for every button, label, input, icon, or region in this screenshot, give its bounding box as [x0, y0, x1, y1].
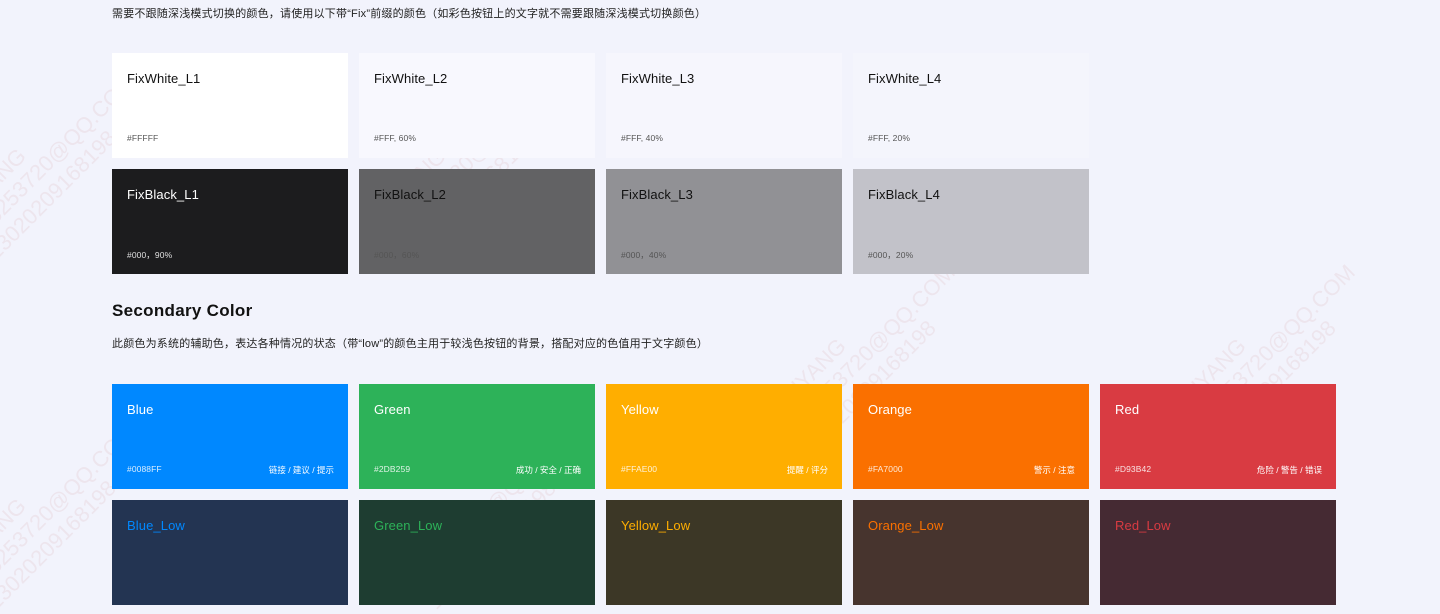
fixwhite-swatch-row: FixWhite_L1 #FFFFF FixWhite_L2 #FFF, 60%…	[112, 53, 1089, 158]
swatch-name: Orange	[868, 402, 912, 417]
swatch-name: FixBlack_L4	[868, 187, 940, 202]
swatch-fixblack-l1[interactable]: FixBlack_L1 #000，90%	[112, 169, 348, 274]
swatch-fixblack-l4[interactable]: FixBlack_L4 #000，20%	[853, 169, 1089, 274]
swatch-name: Green_Low	[374, 518, 443, 533]
swatch-name: FixBlack_L3	[621, 187, 693, 202]
secondary-swatch-row: Blue #0088FF 链接 / 建议 / 提示 Green #2DB259 …	[112, 384, 1336, 489]
swatch-fixwhite-l3[interactable]: FixWhite_L3 #FFF, 40%	[606, 53, 842, 158]
swatch-fixblack-l2[interactable]: FixBlack_L2 #000，60%	[359, 169, 595, 274]
swatch-orange[interactable]: Orange #FA7000 警示 / 注意	[853, 384, 1089, 489]
swatch-usage: 危险 / 警告 / 错误	[1256, 465, 1322, 475]
watermark-line: LIUYANG	[0, 143, 31, 229]
swatch-fixblack-l3[interactable]: FixBlack_L3 #000，40%	[606, 169, 842, 274]
swatch-fixwhite-l2[interactable]: FixWhite_L2 #FFF, 60%	[359, 53, 595, 158]
swatch-fixwhite-l4[interactable]: FixWhite_L4 #FFF, 20%	[853, 53, 1089, 158]
swatch-usage: 提醒 / 评分	[786, 465, 828, 475]
swatch-code: #2DB259	[374, 464, 411, 474]
swatch-name: Orange_Low	[868, 518, 944, 533]
swatch-fixwhite-l1[interactable]: FixWhite_L1 #FFFFF	[112, 53, 348, 158]
swatch-name: FixWhite_L2	[374, 71, 448, 86]
swatch-yellow[interactable]: Yellow #FFAE00 提醒 / 评分	[606, 384, 842, 489]
swatch-orange-low[interactable]: Orange_Low	[853, 500, 1089, 605]
swatch-name: FixBlack_L2	[374, 187, 446, 202]
swatch-usage: 警示 / 注意	[1033, 465, 1075, 475]
swatch-code: #FFAE00	[621, 464, 658, 474]
swatch-name: Green	[374, 402, 411, 417]
section-title: Secondary Color	[112, 301, 253, 320]
swatch-code: #0088FF	[127, 464, 162, 474]
swatch-name: Red	[1115, 402, 1140, 417]
swatch-yellow-low[interactable]: Yellow_Low	[606, 500, 842, 605]
swatch-name: FixBlack_L1	[127, 187, 199, 202]
swatch-name: FixWhite_L4	[868, 71, 942, 86]
swatch-blue[interactable]: Blue #0088FF 链接 / 建议 / 提示	[112, 384, 348, 489]
swatch-code: #000，90%	[127, 250, 173, 260]
swatch-code: #D93B42	[1115, 464, 1152, 474]
fix-color-description: 需要不跟随深浅模式切换的颜色，请使用以下带“Fix”前缀的颜色（如彩色按钮上的文…	[112, 8, 707, 20]
fixblack-swatch-row: FixBlack_L1 #000，90% FixBlack_L2 #000，60…	[112, 169, 1089, 274]
low-swatch-row: Blue_Low Green_Low Yellow_Low Orange_Low…	[112, 500, 1336, 605]
swatch-code: #FFFFF	[127, 133, 159, 143]
swatch-red[interactable]: Red #D93B42 危险 / 警告 / 错误	[1100, 384, 1336, 489]
swatch-green-low[interactable]: Green_Low	[359, 500, 595, 605]
swatch-name: Blue_Low	[127, 518, 185, 533]
swatch-name: Blue	[127, 402, 154, 417]
watermark-line: LIUYANG	[0, 493, 31, 579]
swatch-name: FixWhite_L3	[621, 71, 695, 86]
swatch-usage: 链接 / 建议 / 提示	[268, 465, 334, 475]
swatch-code: #000，40%	[621, 250, 667, 260]
swatch-name: Red_Low	[1115, 518, 1171, 533]
swatch-code: #FFF, 40%	[621, 133, 663, 143]
swatch-red-low[interactable]: Red_Low	[1100, 500, 1336, 605]
swatch-code: #000，60%	[374, 250, 420, 260]
swatch-code: #FFF, 60%	[374, 133, 416, 143]
swatch-green[interactable]: Green #2DB259 成功 / 安全 / 正确	[359, 384, 595, 489]
swatch-name: Yellow_Low	[621, 518, 691, 533]
swatch-usage: 成功 / 安全 / 正确	[515, 465, 581, 475]
swatch-name: Yellow	[621, 402, 659, 417]
swatch-blue-low[interactable]: Blue_Low	[112, 500, 348, 605]
swatch-name: FixWhite_L1	[127, 71, 201, 86]
swatch-code: #000，20%	[868, 250, 914, 260]
secondary-color-description: 此颜色为系统的辅助色，表达各种情况的状态（带“low”的颜色主用于较浅色按钮的背…	[112, 338, 709, 350]
swatch-code: #FA7000	[868, 464, 903, 474]
swatch-code: #FFF, 20%	[868, 133, 910, 143]
